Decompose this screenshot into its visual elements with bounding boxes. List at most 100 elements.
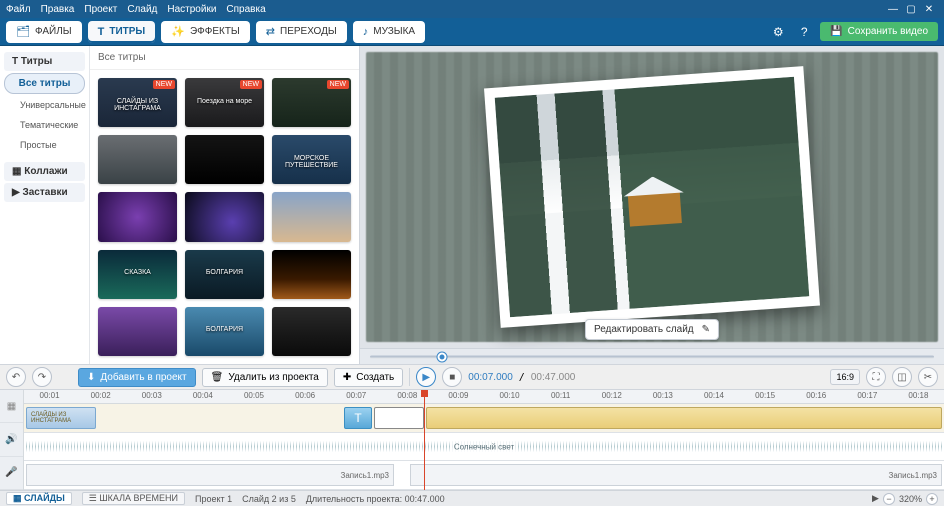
- mic-clip-1[interactable]: Запись1.mp3: [26, 464, 394, 486]
- sidebar-splash[interactable]: ▶ Заставки: [4, 183, 85, 202]
- ruler-tick: 00:11: [551, 391, 570, 400]
- preview-panel: Редактировать слайд ✎: [360, 46, 944, 364]
- clip-remaining[interactable]: [426, 407, 942, 429]
- save-video-button[interactable]: 💾 Сохранить видео: [820, 22, 938, 41]
- pencil-icon: ✎: [702, 324, 710, 335]
- top-toolbar: 🗂ФАЙЛЫ TТИТРЫ ✨ ЭФФЕКТЫ ⇄ПЕРЕХОДЫ ♪МУЗЫКА…: [0, 18, 944, 46]
- ruler-tick: 00:03: [142, 391, 162, 400]
- menu-file[interactable]: Файл: [6, 4, 31, 15]
- audio-track-icon[interactable]: 🔊: [0, 423, 23, 456]
- add-to-project-label: Добавить в проект: [100, 372, 186, 383]
- ruler-tick: 00:14: [704, 391, 724, 400]
- time-total: 00:47.000: [531, 372, 576, 383]
- menu-project[interactable]: Проект: [84, 4, 117, 15]
- tab-titles[interactable]: TТИТРЫ: [88, 21, 156, 43]
- snapshot-button[interactable]: ◫: [892, 367, 912, 387]
- mic-track[interactable]: Запись1.mp3 Запись1.mp3: [24, 461, 944, 490]
- clip-intro[interactable]: СЛАЙДЫ ИЗ ИНСТАГРАМА: [26, 407, 96, 429]
- preview-photo: [495, 77, 810, 317]
- sidebar-simple[interactable]: Простые: [4, 136, 85, 154]
- audio-track[interactable]: Солнечный свет: [24, 433, 944, 462]
- save-icon: 💾: [830, 26, 842, 37]
- menu-edit[interactable]: Правка: [41, 4, 75, 15]
- ruler-tick: 00:12: [602, 391, 622, 400]
- title-thumbnail[interactable]: Поездка на мореNEW: [185, 78, 264, 127]
- title-thumbnail[interactable]: NEW: [272, 78, 351, 127]
- title-thumbnail[interactable]: БОЛГАРИЯ: [185, 307, 264, 356]
- clip-current-slide[interactable]: [374, 407, 424, 429]
- tab-files[interactable]: 🗂ФАЙЛЫ: [6, 21, 82, 43]
- sidebar-titles-group[interactable]: T Титры: [4, 52, 85, 71]
- status-tab-slides[interactable]: ▦ СЛАЙДЫ: [6, 492, 72, 505]
- title-thumbnail[interactable]: [98, 307, 177, 356]
- catalog-heading: Все титры: [90, 46, 359, 70]
- ruler-tick: 00:06: [295, 391, 315, 400]
- tab-transitions[interactable]: ⇄ПЕРЕХОДЫ: [256, 21, 347, 43]
- thumbnail-caption: СКАЗКА: [98, 269, 177, 276]
- title-thumbnail[interactable]: МОРСКОЕ ПУТЕШЕСТВИЕ: [272, 135, 351, 184]
- edit-slide-label: Редактировать слайд: [594, 324, 694, 335]
- title-thumbnail[interactable]: [98, 135, 177, 184]
- split-button[interactable]: ✂: [918, 367, 938, 387]
- title-thumbnail[interactable]: [272, 192, 351, 241]
- thumbnail-grid[interactable]: СЛАЙДЫ ИЗ ИНСТАГРАМАNEWПоездка на мореNE…: [90, 70, 359, 364]
- ruler-tick: 00:10: [500, 391, 520, 400]
- window-minimize-button[interactable]: —: [884, 4, 902, 15]
- save-video-label: Сохранить видео: [848, 26, 928, 37]
- edit-slide-button[interactable]: Редактировать слайд ✎: [585, 319, 719, 340]
- tab-effects[interactable]: ✨ ЭФФЕКТЫ: [161, 21, 250, 43]
- status-tab-timeline[interactable]: ☰ ШКАЛА ВРЕМЕНИ: [82, 492, 185, 505]
- fullscreen-button[interactable]: ⛶: [866, 367, 886, 387]
- timeline[interactable]: ▦ 🔊 🎤 00:0100:0200:0300:0400:0500:0600:0…: [0, 390, 944, 490]
- tab-titles-label: ТИТРЫ: [109, 26, 145, 37]
- aspect-ratio-chip[interactable]: 16:9: [830, 369, 860, 385]
- sidebar-collages[interactable]: ▦ Коллажи: [4, 162, 85, 181]
- playhead[interactable]: [424, 390, 425, 490]
- tab-files-label: ФАЙЛЫ: [35, 26, 72, 37]
- timeline-ruler[interactable]: 00:0100:0200:0300:0400:0500:0600:0700:08…: [24, 390, 944, 404]
- mic-track-icon[interactable]: 🎤: [0, 457, 23, 490]
- status-play-icon[interactable]: ▶: [872, 493, 879, 504]
- download-icon: ⬇: [87, 372, 95, 383]
- preview-scrubber[interactable]: [360, 348, 944, 364]
- title-thumbnail[interactable]: [272, 250, 351, 299]
- window-close-button[interactable]: ✕: [920, 4, 938, 15]
- sidebar-universal[interactable]: Универсальные: [4, 96, 85, 114]
- title-thumbnail[interactable]: БОЛГАРИЯ: [185, 250, 264, 299]
- window-maximize-button[interactable]: ▢: [902, 4, 920, 15]
- clip-title-card[interactable]: T: [344, 407, 372, 429]
- title-thumbnail[interactable]: СКАЗКА: [98, 250, 177, 299]
- menu-help[interactable]: Справка: [226, 4, 265, 15]
- play-button[interactable]: ▶: [416, 367, 436, 387]
- tab-music[interactable]: ♪МУЗЫКА: [353, 21, 425, 43]
- title-thumbnail[interactable]: [98, 192, 177, 241]
- menu-slide[interactable]: Слайд: [127, 4, 157, 15]
- title-thumbnail[interactable]: [272, 307, 351, 356]
- tab-effects-label: ЭФФЕКТЫ: [190, 26, 240, 37]
- create-button[interactable]: ✚Создать: [334, 368, 403, 387]
- add-to-project-button[interactable]: ⬇ Добавить в проект: [78, 368, 196, 387]
- sidebar-thematic[interactable]: Тематические: [4, 116, 85, 134]
- remove-from-project-button[interactable]: 🗑Удалить из проекта: [202, 368, 328, 387]
- video-track[interactable]: СЛАЙДЫ ИЗ ИНСТАГРАМА T: [24, 404, 944, 433]
- effects-icon: ✨: [171, 25, 185, 38]
- help-icon[interactable]: ?: [794, 25, 814, 39]
- zoom-in-button[interactable]: +: [926, 493, 938, 505]
- title-thumbnail[interactable]: [185, 192, 264, 241]
- zoom-out-button[interactable]: −: [883, 493, 895, 505]
- create-label: Создать: [356, 372, 394, 383]
- video-track-icon[interactable]: ▦: [0, 390, 23, 423]
- preview-polaroid: [484, 66, 820, 328]
- scrubber-handle[interactable]: [437, 352, 446, 361]
- settings-icon[interactable]: ⚙: [768, 25, 788, 39]
- preview-area[interactable]: Редактировать слайд ✎: [360, 46, 944, 348]
- redo-button[interactable]: ↷: [32, 367, 52, 387]
- menu-settings[interactable]: Настройки: [167, 4, 216, 15]
- title-thumbnail[interactable]: [185, 135, 264, 184]
- title-bar: Файл Правка Проект Слайд Настройки Справ…: [0, 0, 944, 18]
- mic-clip-2[interactable]: Запись1.mp3: [410, 464, 942, 486]
- title-thumbnail[interactable]: СЛАЙДЫ ИЗ ИНСТАГРАМАNEW: [98, 78, 177, 127]
- sidebar-all-titles[interactable]: Все титры: [4, 73, 85, 94]
- undo-button[interactable]: ↶: [6, 367, 26, 387]
- stop-button[interactable]: ■: [442, 367, 462, 387]
